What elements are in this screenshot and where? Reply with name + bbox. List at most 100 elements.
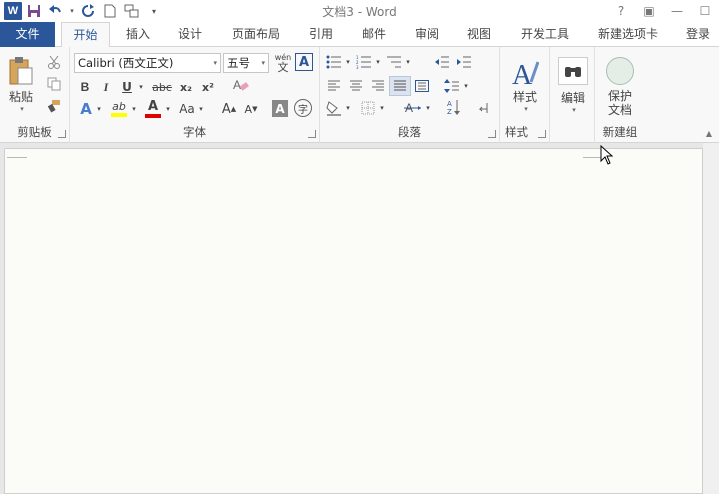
save-icon[interactable] — [24, 1, 44, 21]
subscript-button[interactable]: x₂ — [176, 77, 196, 97]
touch-mode-icon[interactable] — [122, 1, 142, 21]
maximize-icon[interactable]: ☐ — [691, 0, 719, 22]
tab-new-tab[interactable]: 新建选项卡 — [590, 22, 666, 47]
align-center-icon[interactable] — [346, 77, 366, 95]
styles-icon: A — [512, 60, 539, 88]
font-color-button[interactable]: A — [142, 97, 164, 119]
change-case-button[interactable]: Aa — [176, 99, 198, 119]
vertical-scrollbar[interactable] — [703, 143, 719, 494]
distributed-icon[interactable] — [412, 77, 432, 95]
document-area — [0, 143, 719, 494]
ribbon-display-options-icon[interactable]: ▣ — [635, 0, 663, 22]
customize-qat-icon[interactable]: ▾ — [144, 1, 164, 21]
borders-dropdown-icon[interactable]: ▾ — [378, 99, 386, 117]
highlight-label: ab — [112, 99, 126, 113]
tab-page-layout[interactable]: 页面布局 — [224, 22, 288, 47]
minimize-icon[interactable]: — — [663, 0, 691, 22]
multilevel-list-icon[interactable] — [384, 53, 404, 71]
redo-icon[interactable] — [78, 1, 98, 21]
paragraph-launcher-icon[interactable] — [488, 130, 496, 138]
change-case-dropdown-icon[interactable]: ▾ — [197, 99, 205, 119]
editing-button-label: 编辑 — [560, 90, 585, 105]
grow-font-button[interactable]: A ▲ — [220, 99, 238, 119]
highlight-button[interactable]: ab — [108, 97, 130, 119]
tab-view[interactable]: 视图 — [457, 22, 501, 47]
line-spacing-icon[interactable] — [442, 77, 462, 95]
protect-document-button[interactable]: 保护 文档 — [601, 55, 639, 119]
tab-mailings[interactable]: 邮件 — [352, 22, 396, 47]
document-page[interactable] — [4, 148, 703, 494]
clear-formatting-icon[interactable]: A — [230, 75, 252, 95]
character-border-button[interactable]: A — [295, 53, 313, 71]
text-effects-dropdown-icon[interactable]: ▾ — [95, 99, 103, 119]
paste-dropdown-icon[interactable]: ▾ — [20, 105, 24, 113]
sign-in-link[interactable]: 登录 — [678, 22, 718, 47]
tab-insert[interactable]: 插入 — [116, 22, 160, 47]
shrink-font-button[interactable]: A ▼ — [242, 99, 260, 119]
shading-icon[interactable] — [324, 99, 344, 117]
justify-icon[interactable] — [390, 77, 410, 95]
increase-indent-icon[interactable] — [454, 53, 474, 71]
font-color-dropdown-icon[interactable]: ▾ — [164, 99, 172, 119]
undo-dropdown-icon[interactable]: ▾ — [68, 1, 76, 21]
tab-references[interactable]: 引用 — [299, 22, 343, 47]
help-icon[interactable]: ? — [607, 0, 635, 22]
underline-button[interactable]: U — [118, 77, 136, 97]
editing-dropdown-icon[interactable]: ▾ — [572, 106, 576, 114]
line-spacing-dropdown-icon[interactable]: ▾ — [462, 77, 470, 95]
font-launcher-icon[interactable] — [308, 130, 316, 138]
clipboard-launcher-icon[interactable] — [58, 130, 66, 138]
phonetic-guide-char: 文 — [277, 61, 289, 74]
highlight-color-swatch — [111, 112, 127, 117]
paste-button[interactable]: 粘贴 ▾ — [4, 53, 38, 115]
chinese-layout-dropdown-icon[interactable]: ▾ — [424, 99, 432, 117]
italic-button[interactable]: I — [97, 77, 115, 97]
cut-icon[interactable] — [44, 53, 64, 71]
bullets-icon[interactable] — [324, 53, 344, 71]
tab-developer[interactable]: 开发工具 — [512, 22, 578, 47]
undo-icon[interactable] — [46, 1, 66, 21]
bold-button[interactable]: B — [76, 77, 94, 97]
collapse-ribbon-icon[interactable]: ▲ — [703, 128, 715, 138]
new-doc-icon[interactable] — [100, 1, 120, 21]
strikethrough-button[interactable]: abc — [150, 77, 174, 97]
align-right-icon[interactable] — [368, 77, 388, 95]
numbering-dropdown-icon[interactable]: ▾ — [374, 53, 382, 71]
word-logo-icon[interactable]: W — [4, 2, 22, 20]
shading-dropdown-icon[interactable]: ▾ — [344, 99, 352, 117]
styles-dropdown-icon[interactable]: ▾ — [524, 105, 528, 113]
tab-file[interactable]: 文件 — [0, 22, 55, 47]
font-color-swatch — [145, 113, 161, 118]
font-size-dropdown-icon[interactable]: ▾ — [261, 54, 265, 72]
highlight-dropdown-icon[interactable]: ▾ — [130, 99, 138, 119]
font-name-combobox[interactable]: Calibri (西文正文) ▾ — [74, 53, 221, 73]
group-paragraph: ▾ 123 ▾ ▾ ▾ ▾ ▾ A ▾ A Z 段落 — [320, 47, 500, 143]
copy-icon[interactable] — [44, 75, 64, 93]
ribbon: 粘贴 ▾ 剪贴板 Calibri (西文正文) ▾ 五号 ▾ wén 文 A B — [0, 47, 719, 143]
tab-home[interactable]: 开始 — [61, 22, 110, 48]
styles-launcher-icon[interactable] — [538, 130, 546, 138]
align-left-icon[interactable] — [324, 77, 344, 95]
font-name-dropdown-icon[interactable]: ▾ — [213, 54, 217, 72]
enclose-characters-button[interactable]: 字 — [294, 99, 312, 117]
bullets-dropdown-icon[interactable]: ▾ — [344, 53, 352, 71]
font-color-label: A — [147, 98, 159, 114]
tab-design[interactable]: 设计 — [168, 22, 212, 47]
numbering-icon[interactable]: 123 — [354, 53, 374, 71]
font-size-combobox[interactable]: 五号 ▾ — [223, 53, 269, 73]
tab-review[interactable]: 审阅 — [405, 22, 449, 47]
styles-button[interactable]: A 样式 ▾ — [506, 53, 544, 117]
show-paragraph-marks-icon[interactable] — [474, 99, 494, 117]
sort-icon[interactable]: AZ — [444, 97, 464, 117]
superscript-button[interactable]: x² — [198, 77, 218, 97]
underline-dropdown-icon[interactable]: ▾ — [136, 77, 146, 97]
borders-icon[interactable] — [358, 99, 378, 117]
text-effects-button[interactable]: A — [76, 99, 96, 119]
multilevel-dropdown-icon[interactable]: ▾ — [404, 53, 412, 71]
character-shading-button[interactable]: A — [272, 100, 288, 117]
chinese-layout-icon[interactable]: A — [402, 99, 424, 117]
decrease-indent-icon[interactable] — [432, 53, 452, 71]
phonetic-guide-button[interactable]: wén 文 — [272, 51, 294, 75]
editing-button[interactable]: 编辑 ▾ — [555, 53, 591, 117]
format-painter-icon[interactable] — [44, 97, 64, 115]
